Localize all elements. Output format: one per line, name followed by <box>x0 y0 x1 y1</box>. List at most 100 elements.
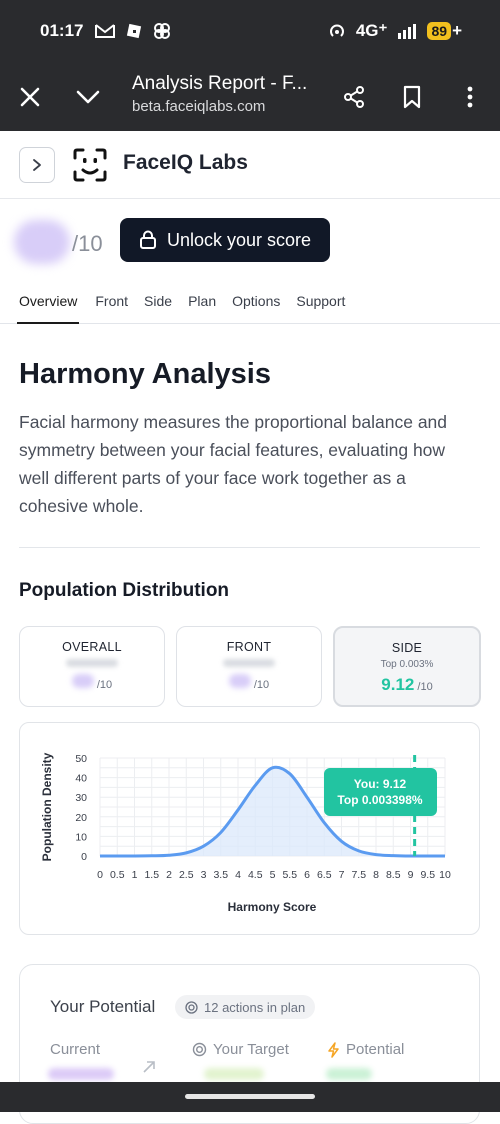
x-tick-label: 5 <box>270 869 276 881</box>
blurred-score <box>14 220 70 264</box>
battery-level: 89 <box>427 22 452 40</box>
tab-side[interactable]: Side <box>144 284 172 324</box>
front-score-card[interactable]: FRONT /10 <box>176 626 322 707</box>
report-tabs: Overview Front Side Plan Options Support <box>0 284 500 324</box>
y-tick-label: 10 <box>75 831 87 843</box>
x-tick-label: 4 <box>235 869 241 881</box>
card-percentile: Top 0.003% <box>380 659 434 670</box>
pinwheel-icon <box>154 23 171 39</box>
x-tick-label: 9 <box>408 869 414 881</box>
signal-icon <box>398 24 417 39</box>
x-tick-label: 6 <box>304 869 310 881</box>
tooltip-percentile-label: Top 0.003398% <box>337 793 422 807</box>
tooltip-score-label: You: 9.12 <box>354 777 407 791</box>
x-tick-label: 8.5 <box>386 869 401 881</box>
card-label: FRONT <box>226 640 272 654</box>
tab-options[interactable]: Options <box>232 284 280 324</box>
potential-target: Your Target <box>192 1041 289 1058</box>
x-tick-label: 3.5 <box>213 869 228 881</box>
y-tick-label: 30 <box>75 792 87 804</box>
card-label: OVERALL <box>62 640 122 654</box>
actions-pill-label: 12 actions in plan <box>204 999 306 1015</box>
sidebar-toggle-button[interactable] <box>19 147 55 183</box>
side-score-card[interactable]: SIDE Top 0.003% 9.12 /10 <box>333 626 481 707</box>
unlock-score-button[interactable]: Unlock your score <box>120 218 330 262</box>
status-bar: 01:17 4G⁺ 89 + <box>0 0 500 62</box>
section-description: Facial harmony measures the proportional… <box>19 412 448 516</box>
blurred-value <box>71 674 94 688</box>
bookmark-icon[interactable] <box>400 85 424 109</box>
target-label: Your Target <box>213 1041 289 1058</box>
current-label: Current <box>50 1041 101 1058</box>
distribution-chart: 50 40 30 20 10 00 0.5 1 1.5 2 2.5 3 3.5 4 4.5 5 5.5 6 6.5 7… <box>40 752 451 914</box>
tab-overview[interactable]: Overview <box>17 284 80 324</box>
card-out-of: /10 <box>417 681 433 693</box>
face-scan-logo-icon <box>72 147 108 188</box>
x-tick-label: 6.5 <box>317 869 332 881</box>
overall-score-card[interactable]: OVERALL /10 <box>19 626 165 707</box>
tab-support[interactable]: Support <box>296 284 345 324</box>
card-out-of: /10 <box>253 679 270 691</box>
y-tick-label: 40 <box>75 773 87 785</box>
roblox-icon <box>127 23 142 39</box>
x-tick-label: 0 <box>97 869 103 881</box>
status-time: 01:17 <box>40 21 84 40</box>
target-icon <box>185 1000 198 1014</box>
actions-pill[interactable]: 12 actions in plan <box>175 995 316 1019</box>
potential-current: Current <box>50 1041 100 1058</box>
x-tick-label: 1 <box>132 869 138 881</box>
tab-front[interactable]: Front <box>95 284 128 324</box>
card-out-of: /10 <box>96 679 113 691</box>
x-tick-label: 10 <box>439 869 451 881</box>
y-axis-label: Population Density <box>40 752 54 861</box>
x-tick-label: 4.5 <box>248 869 263 881</box>
site-header: FaceIQ Labs <box>0 131 500 199</box>
y-tick-label: 0 <box>81 851 87 863</box>
battery-charging: + <box>452 21 462 40</box>
lightning-icon <box>328 1041 339 1058</box>
section-heading: Harmony Analysis <box>19 358 271 390</box>
x-axis-label: Harmony Score <box>228 900 317 914</box>
user-score-tooltip <box>324 768 437 816</box>
close-icon[interactable] <box>18 85 42 109</box>
share-icon[interactable] <box>342 85 366 109</box>
hotspot-icon <box>329 24 344 37</box>
blurred-target-value <box>204 1068 264 1080</box>
gmail-icon <box>95 24 116 38</box>
system-nav-bar <box>0 1082 500 1112</box>
blurred-potential-value <box>326 1068 372 1080</box>
tab-plan[interactable]: Plan <box>188 284 216 324</box>
x-tick-label: 3 <box>201 869 207 881</box>
x-tick-label: 1.5 <box>144 869 159 881</box>
x-tick-label: 8 <box>373 869 379 881</box>
score-row: /10 Unlock your score <box>0 200 500 284</box>
x-tick-label: 7.5 <box>351 869 366 881</box>
card-label: SIDE <box>391 641 423 655</box>
blurred-percentile <box>223 659 275 667</box>
x-tick-label: 2.5 <box>179 869 194 881</box>
arrow-up-right-icon <box>143 1061 155 1073</box>
x-tick-label: 0.5 <box>110 869 125 881</box>
unlock-score-label: Unlock your score <box>166 229 312 250</box>
more-vert-icon[interactable] <box>458 85 482 109</box>
brand-name: FaceIQ Labs <box>123 151 248 174</box>
x-tick-label: 7 <box>339 869 345 881</box>
potential-title: Your Potential <box>50 997 156 1016</box>
target-icon <box>192 1042 207 1057</box>
page-title-area[interactable]: Analysis Report - F... beta.faceiqlabs.c… <box>132 72 307 115</box>
chevron-down-icon[interactable] <box>76 85 100 109</box>
blurred-value <box>228 674 251 688</box>
browser-toolbar: Analysis Report - F... beta.faceiqlabs.c… <box>0 62 500 131</box>
distribution-chart-card: 50 40 30 20 10 0 0 0.5 1 1.5 2 2.5 3 3.5 4 4.5 5 5.5 6 6.5 7… <box>19 722 480 935</box>
lock-icon <box>139 230 156 249</box>
blurred-current-value <box>48 1068 114 1080</box>
x-tick-label: 9.5 <box>420 869 435 881</box>
side-score-value: 9.12 <box>381 675 415 694</box>
gesture-handle[interactable] <box>185 1094 315 1099</box>
potential-max: Potential <box>327 1041 404 1058</box>
divider <box>19 547 480 548</box>
y-tick-label: 50 <box>75 753 87 765</box>
y-tick-label: 20 <box>75 812 87 824</box>
chevron-right-icon <box>33 159 41 171</box>
x-tick-label: 5.5 <box>282 869 297 881</box>
